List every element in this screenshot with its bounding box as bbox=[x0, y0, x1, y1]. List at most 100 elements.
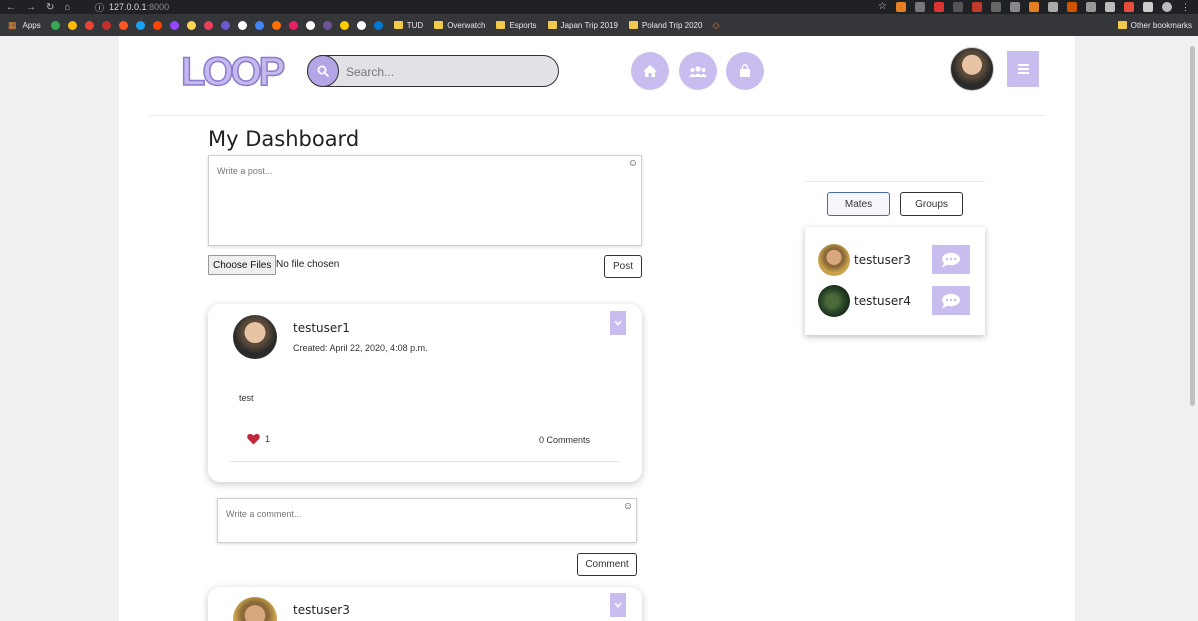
emoji-icon[interactable]: ☺ bbox=[628, 158, 638, 169]
bookmark-favicon-icon[interactable] bbox=[220, 20, 230, 30]
bookmark-favicon-icon[interactable] bbox=[271, 20, 281, 30]
more-icon[interactable]: ⋮ bbox=[1181, 2, 1190, 12]
info-icon: ⓘ bbox=[95, 2, 105, 13]
bookmark-favicon-icon[interactable] bbox=[237, 20, 247, 30]
extension-icon[interactable] bbox=[1029, 2, 1039, 12]
forward-arrow-icon[interactable]: → bbox=[26, 2, 36, 13]
bookmark-folder-label: Japan Trip 2019 bbox=[560, 20, 618, 30]
logo[interactable]: LOOP bbox=[180, 49, 286, 95]
profile-avatar-icon[interactable] bbox=[1162, 2, 1172, 12]
bookmark-favicon-icon[interactable] bbox=[67, 20, 77, 30]
bookmark-folder-label: Overwatch bbox=[447, 20, 486, 30]
sidebar-divider bbox=[805, 181, 985, 182]
back-arrow-icon[interactable]: ← bbox=[6, 2, 16, 13]
mate-item[interactable]: testuser4 bbox=[818, 285, 978, 317]
search-input[interactable] bbox=[346, 62, 546, 82]
bookmark-favicon-icon[interactable] bbox=[203, 20, 213, 30]
bookmark-favicon-icon[interactable] bbox=[84, 20, 94, 30]
home-icon[interactable]: ⌂ bbox=[64, 2, 70, 13]
mate-item[interactable]: testuser3 bbox=[818, 244, 978, 276]
bookmark-favicon-icon[interactable] bbox=[254, 20, 264, 30]
extension-icon[interactable] bbox=[991, 2, 1001, 12]
post-author-avatar[interactable] bbox=[233, 315, 277, 359]
post-author-name[interactable]: testuser3 bbox=[293, 603, 350, 617]
address-bar[interactable]: ⓘ 127.0.0.1:8000 bbox=[95, 0, 169, 14]
bookmark-folder-poland[interactable]: Poland Trip 2020 bbox=[628, 21, 702, 30]
extension-icon[interactable] bbox=[934, 2, 944, 12]
comment-input[interactable] bbox=[218, 499, 636, 542]
mates-list: testuser3 testuser4 bbox=[805, 227, 985, 335]
bookmark-folder-esports[interactable]: Esports bbox=[496, 21, 537, 30]
profile-avatar[interactable] bbox=[950, 47, 994, 91]
extension-icon[interactable] bbox=[1124, 2, 1134, 12]
comment-button[interactable]: Comment bbox=[577, 553, 637, 576]
emoji-icon[interactable]: ☺ bbox=[623, 501, 633, 512]
choose-files-button[interactable]: Choose Files bbox=[208, 255, 277, 275]
tab-groups[interactable]: Groups bbox=[900, 192, 963, 216]
other-bookmarks-label: Other bookmarks bbox=[1130, 20, 1192, 30]
bookmark-diamond-icon[interactable]: ◇ bbox=[712, 20, 719, 31]
like-button[interactable]: 1 bbox=[247, 433, 270, 445]
folder-icon bbox=[393, 21, 403, 29]
bookmark-favicon-icon[interactable] bbox=[152, 20, 162, 30]
extension-icon[interactable] bbox=[896, 2, 906, 12]
scrollbar-thumb[interactable] bbox=[1190, 46, 1195, 406]
bookmarks-bar: ▦ Apps TUD Overwatch Esports Japan Trip … bbox=[0, 14, 1198, 36]
extension-icon[interactable] bbox=[953, 2, 963, 12]
search-bar bbox=[307, 55, 559, 87]
bookmark-favicon-icon[interactable] bbox=[169, 20, 179, 30]
post-input[interactable] bbox=[209, 156, 641, 245]
bookmark-favicon-icon[interactable] bbox=[339, 20, 349, 30]
star-icon[interactable]: ☆ bbox=[878, 2, 887, 12]
apps-grid-icon[interactable]: ▦ bbox=[8, 20, 17, 31]
extension-icon[interactable] bbox=[972, 2, 982, 12]
extension-icon[interactable] bbox=[1105, 2, 1115, 12]
bookmark-apps[interactable]: Apps bbox=[23, 21, 41, 30]
browser-toolbar: ← → ↻ ⌂ ⓘ 127.0.0.1:8000 ☆ ⋮ bbox=[0, 0, 1198, 14]
mate-name: testuser3 bbox=[854, 253, 911, 267]
tab-mates[interactable]: Mates bbox=[827, 192, 890, 216]
bookmark-favicon-icon[interactable] bbox=[373, 20, 383, 30]
post-button[interactable]: Post bbox=[604, 255, 642, 278]
groups-nav-button[interactable] bbox=[679, 52, 717, 90]
bookmark-folder-japan[interactable]: Japan Trip 2019 bbox=[547, 20, 618, 30]
search-button[interactable] bbox=[307, 55, 339, 87]
message-button[interactable] bbox=[932, 286, 970, 315]
post-options-button[interactable] bbox=[610, 311, 626, 335]
chat-bubble-icon bbox=[942, 252, 960, 267]
home-nav-button[interactable] bbox=[631, 52, 669, 90]
search-icon bbox=[317, 65, 329, 77]
comments-count[interactable]: 0 Comments bbox=[539, 435, 590, 445]
chat-bubble-icon bbox=[942, 293, 960, 308]
page-title: My Dashboard bbox=[208, 127, 360, 151]
other-bookmarks[interactable]: Other bookmarks bbox=[1117, 14, 1192, 36]
page-scrollbar[interactable] bbox=[1187, 36, 1198, 621]
bookmark-folder-tud[interactable]: TUD bbox=[393, 21, 423, 30]
extension-icon[interactable] bbox=[1048, 2, 1058, 12]
extension-icon[interactable] bbox=[1067, 2, 1077, 12]
extensions: ☆ ⋮ bbox=[878, 2, 1190, 12]
bookmark-folder-overwatch[interactable]: Overwatch bbox=[434, 21, 485, 30]
reload-icon[interactable]: ↻ bbox=[46, 2, 54, 13]
message-button[interactable] bbox=[932, 245, 970, 274]
shop-nav-button[interactable] bbox=[726, 52, 764, 90]
extension-icon[interactable] bbox=[1010, 2, 1020, 12]
bookmark-favicon-icon[interactable] bbox=[322, 20, 332, 30]
bookmark-favicon-icon[interactable] bbox=[186, 20, 196, 30]
post-options-button[interactable] bbox=[610, 593, 626, 617]
extension-icon[interactable] bbox=[1143, 2, 1153, 12]
mate-name: testuser4 bbox=[854, 294, 911, 308]
post-author-name[interactable]: testuser1 bbox=[293, 321, 350, 335]
post-author-avatar[interactable] bbox=[233, 597, 277, 621]
extension-icon[interactable] bbox=[1086, 2, 1096, 12]
menu-button[interactable] bbox=[1007, 51, 1039, 87]
bookmark-favicon-icon[interactable] bbox=[356, 20, 366, 30]
bookmark-favicon-icon[interactable] bbox=[305, 20, 315, 30]
bookmark-favicon-icon[interactable] bbox=[118, 20, 128, 30]
post-card: testuser1 Created: April 22, 2020, 4:08 … bbox=[208, 304, 642, 482]
bookmark-favicon-icon[interactable] bbox=[101, 20, 111, 30]
bookmark-favicon-icon[interactable] bbox=[50, 20, 60, 30]
extension-icon[interactable] bbox=[915, 2, 925, 12]
bookmark-favicon-icon[interactable] bbox=[288, 20, 298, 30]
bookmark-favicon-icon[interactable] bbox=[135, 20, 145, 30]
